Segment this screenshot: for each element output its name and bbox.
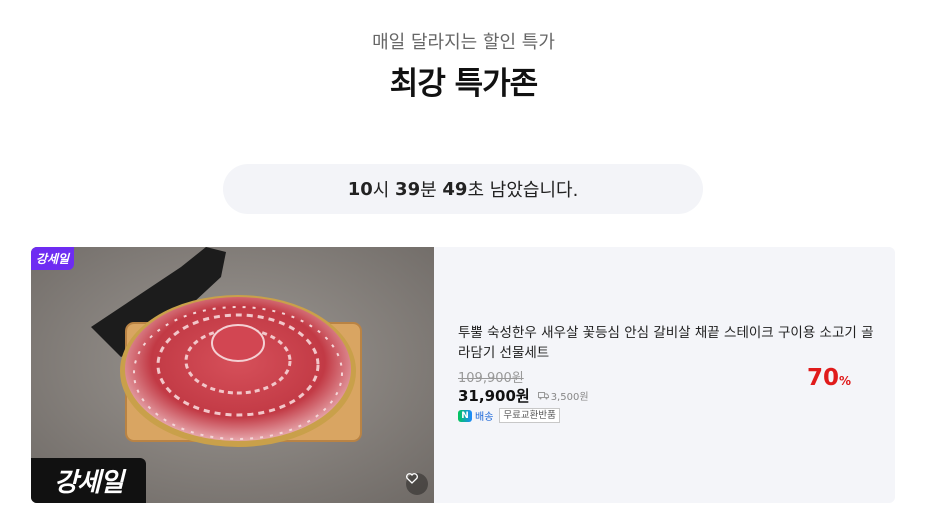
brand-badge-small: 강세일 xyxy=(31,247,74,270)
timer-hours: 10 xyxy=(347,178,373,200)
wishlist-button[interactable] xyxy=(406,473,428,495)
naver-logo-icon: N xyxy=(458,409,472,422)
discount-value: 70 xyxy=(806,365,839,391)
product-tags: N 배송 무료교환반품 xyxy=(458,408,560,423)
deal-subtitle: 매일 달라지는 할인 특가 xyxy=(372,32,555,53)
product-name[interactable]: 투뿔 숙성한우 새우살 꽃등심 안심 갈비살 채끝 스테이크 구이용 소고기 골… xyxy=(458,323,878,363)
timer-minutes: 39 xyxy=(395,178,421,200)
product-info: 투뿔 숙성한우 새우살 꽃등심 안심 갈비살 채끝 스테이크 구이용 소고기 골… xyxy=(458,247,878,503)
product-thumbnail[interactable]: 강세일 강세일 xyxy=(31,247,434,503)
discount-rate: 70% xyxy=(807,365,851,391)
brand-badge-large: 강세일 xyxy=(31,458,146,503)
delivery-badge: N 배송 xyxy=(458,408,493,423)
timer-minutes-unit: 분 xyxy=(420,180,437,201)
page-title: 최강 특가존 xyxy=(389,66,538,102)
free-return-tag: 무료교환반품 xyxy=(499,408,560,423)
price-row: 31,900원 3,500원 xyxy=(458,385,589,406)
timer-seconds-unit: 초 xyxy=(467,180,485,201)
delivery-label: 배송 xyxy=(475,412,494,423)
countdown-timer: 10 시 39 분 49 초 남았습니다. xyxy=(223,164,703,214)
timer-suffix: 남았습니다. xyxy=(489,180,579,201)
discount-unit: % xyxy=(838,374,851,388)
heart-icon xyxy=(406,473,418,484)
truck-icon xyxy=(537,391,549,399)
timer-hours-unit: 시 xyxy=(372,180,390,201)
original-price: 109,900원 xyxy=(458,371,524,386)
timer-seconds: 49 xyxy=(442,178,468,200)
product-card[interactable]: 강세일 강세일 투뿔 숙성한우 새우살 꽃등심 안심 갈비살 채끝 스테이크 구… xyxy=(31,247,895,503)
sale-price: 31,900원 xyxy=(458,387,530,405)
shipping-fee-value: 3,500원 xyxy=(550,392,589,403)
shipping-fee: 3,500원 xyxy=(537,388,589,403)
